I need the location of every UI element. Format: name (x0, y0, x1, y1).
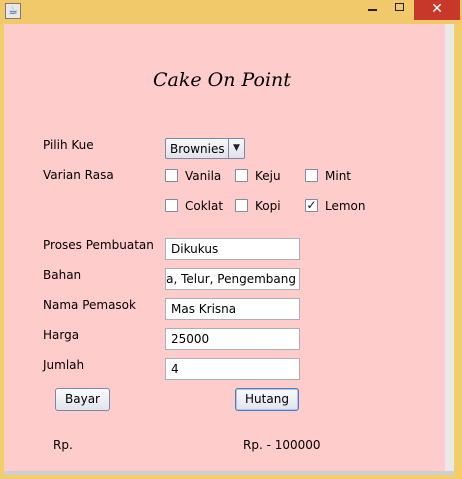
checkbox-label: Kopi (255, 199, 281, 213)
checkbox-label: Vanila (185, 169, 222, 183)
java-cup-icon: ☕ (5, 3, 21, 19)
checkbox-label: Mint (325, 169, 351, 183)
bahan-value: ga, Telur, Pengembang (165, 272, 296, 286)
hutang-button[interactable]: Hutang (235, 388, 299, 411)
window-bottom-edge (4, 471, 454, 475)
checkbox-label: Lemon (325, 199, 366, 213)
nama-pemasok-label: Nama Pemasok (43, 298, 136, 312)
checkbox-box[interactable]: ✓ (305, 199, 318, 212)
nama-pemasok-field[interactable]: Mas Krisna (165, 298, 300, 320)
window-edge (445, 24, 454, 471)
harga-value: 25000 (171, 332, 210, 346)
checkbox-box[interactable] (235, 199, 248, 212)
jumlah-value: 4 (171, 362, 179, 376)
bahan-label: Bahan (43, 268, 82, 282)
proses-pembuatan-value: Dikukus (171, 242, 219, 256)
close-button[interactable]: ✕ (414, 0, 460, 20)
bayar-result: Rp. (53, 438, 73, 452)
proses-pembuatan-label: Proses Pembuatan (43, 238, 154, 252)
bahan-field[interactable]: ga, Telur, Pengembang (165, 268, 300, 290)
checkbox-box[interactable] (165, 199, 178, 212)
checkbox-label: Keju (255, 169, 281, 183)
minimize-button[interactable] (360, 0, 386, 20)
kue-selected-value: Brownies (170, 142, 225, 156)
checkbox-box[interactable] (165, 169, 178, 182)
harga-field[interactable]: 25000 (165, 328, 300, 350)
jumlah-field[interactable]: 4 (165, 358, 300, 380)
kue-select[interactable]: Brownies ▼ (165, 138, 245, 159)
window-titlebar[interactable]: ☕ ✕ (0, 0, 462, 24)
checkbox-label: Coklat (185, 199, 224, 213)
checkbox-box[interactable] (305, 169, 318, 182)
checkbox-box[interactable] (235, 169, 248, 182)
chevron-down-icon[interactable]: ▼ (228, 139, 244, 158)
nama-pemasok-value: Mas Krisna (171, 302, 237, 316)
page-title: Cake On Point (153, 69, 291, 91)
proses-pembuatan-field[interactable]: Dikukus (165, 238, 300, 260)
hutang-result: Rp. - 100000 (243, 438, 321, 452)
maximize-button[interactable] (387, 0, 412, 20)
varian-rasa-label: Varian Rasa (43, 168, 114, 182)
harga-label: Harga (43, 328, 80, 342)
jumlah-label: Jumlah (43, 358, 85, 372)
pilih-kue-label: Pilih Kue (43, 138, 94, 152)
bayar-button[interactable]: Bayar (55, 388, 110, 411)
